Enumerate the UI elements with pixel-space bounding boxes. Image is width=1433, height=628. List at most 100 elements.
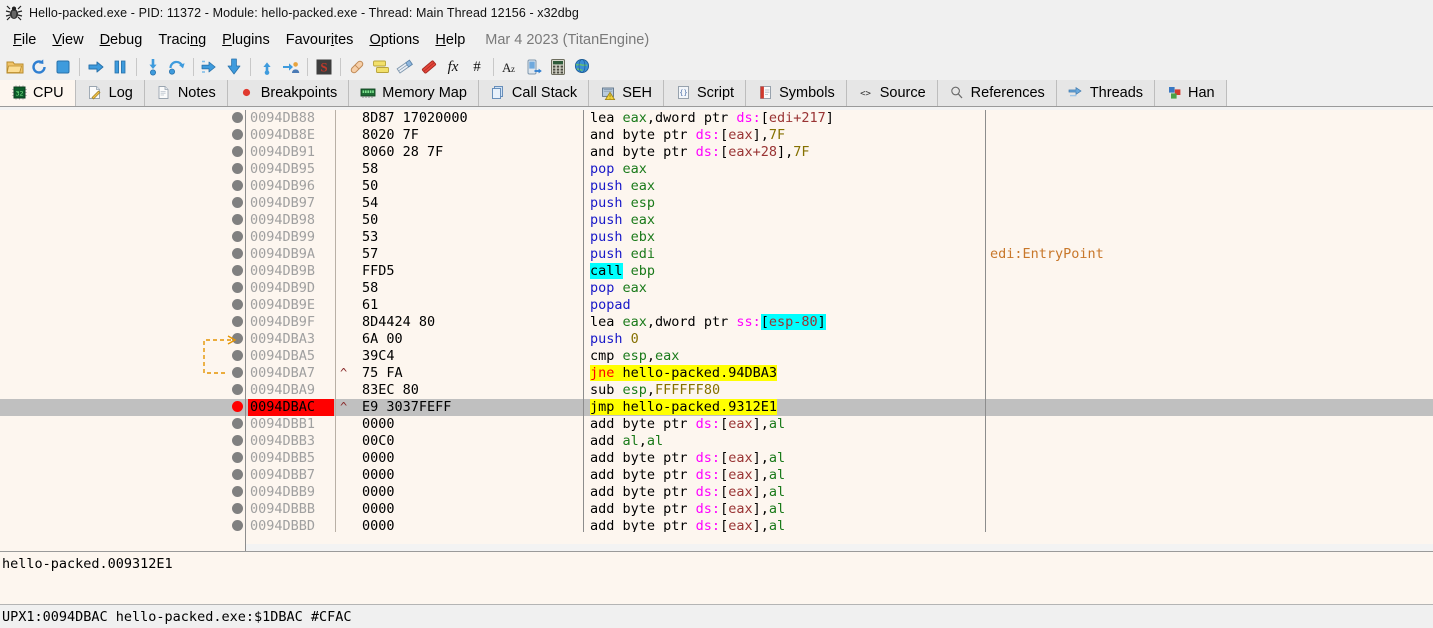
column-divider: [583, 365, 584, 382]
row-address: 0094DBBB: [248, 501, 334, 518]
row-address: 0094DBAC: [248, 399, 334, 416]
instruction-token: ]: [753, 518, 761, 532]
function-icon[interactable]: fx: [441, 55, 465, 79]
hash-icon[interactable]: #: [465, 55, 489, 79]
tab-symbols[interactable]: Symbols: [746, 80, 847, 106]
tab-breakpoints[interactable]: Breakpoints: [228, 80, 350, 106]
branch-direction-indicator: [340, 212, 362, 229]
step-into-icon[interactable]: [141, 55, 165, 79]
log-icon[interactable]: [369, 55, 393, 79]
font-icon[interactable]: Az: [498, 55, 522, 79]
row-address: 0094DB97: [248, 195, 334, 212]
calculator-icon[interactable]: [546, 55, 570, 79]
instruction-token: eax: [728, 518, 752, 532]
trace-over-icon[interactable]: [222, 55, 246, 79]
column-divider: [583, 263, 584, 280]
instruction-token: ,: [647, 110, 655, 126]
tab-notes[interactable]: Notes: [145, 80, 228, 106]
row-bytes: 8020 7F: [362, 127, 580, 144]
tab-cpu[interactable]: 32 CPU: [0, 80, 76, 106]
scylla-icon[interactable]: S: [312, 55, 336, 79]
globe-icon[interactable]: [570, 55, 594, 79]
stop-icon[interactable]: [51, 55, 75, 79]
column-divider: [583, 518, 584, 532]
instruction-token: ]: [777, 144, 785, 160]
menu-item-debug[interactable]: Debug: [92, 30, 151, 50]
column-divider: [583, 416, 584, 433]
row-address: 0094DBA5: [248, 348, 334, 365]
column-divider: [335, 518, 336, 532]
step-over-icon[interactable]: [165, 55, 189, 79]
pause-icon[interactable]: [108, 55, 132, 79]
jump-arrow-graphic: [195, 110, 250, 532]
column-divider: [985, 314, 986, 331]
attach-icon[interactable]: [522, 55, 546, 79]
instruction-token: eax: [728, 484, 752, 500]
patch-icon[interactable]: [345, 55, 369, 79]
toolbar-separator: [136, 58, 137, 76]
disassembly-panel[interactable]: 0094DB888D87 17020000lea eax,dword ptr d…: [0, 110, 1433, 532]
restart-icon[interactable]: [27, 55, 51, 79]
instruction-token: edi+217: [769, 110, 826, 126]
row-instruction: add byte ptr ds:[eax],al: [590, 484, 982, 501]
column-divider: [583, 127, 584, 144]
instruction-token: edi: [631, 246, 655, 262]
toolbar: S fx # Az: [0, 54, 1433, 80]
row-bytes: 8D87 17020000: [362, 110, 580, 127]
instruction-token: ,: [761, 467, 769, 483]
column-divider: [583, 484, 584, 501]
menu-item-favourites[interactable]: Favourites: [278, 30, 362, 50]
branch-direction-indicator: [340, 195, 362, 212]
notes-icon[interactable]: [393, 55, 417, 79]
open-icon[interactable]: [3, 55, 27, 79]
instruction-token: ds:: [696, 501, 720, 517]
menu-item-view[interactable]: View: [44, 30, 91, 50]
run-icon[interactable]: [84, 55, 108, 79]
instruction-token: 7F: [793, 144, 809, 160]
toolbar-separator: [193, 58, 194, 76]
toolbar-separator: [493, 58, 494, 76]
instruction-token: byte ptr: [623, 484, 696, 500]
instruction-token: call: [590, 263, 623, 279]
instruction-token: ,: [639, 433, 647, 449]
menu-item-file[interactable]: File: [5, 30, 44, 50]
row-address: 0094DBB3: [248, 433, 334, 450]
row-bytes: 50: [362, 178, 580, 195]
menu-item-plugins[interactable]: Plugins: [214, 30, 278, 50]
cpu-view: 0094DB888D87 17020000lea eax,dword ptr d…: [0, 110, 1433, 544]
instruction-token: al: [769, 416, 785, 432]
tab-log[interactable]: Log: [76, 80, 145, 106]
tab-script[interactable]: {} Script: [664, 80, 746, 106]
tab-handles[interactable]: Han: [1155, 80, 1227, 106]
tab-call-stack[interactable]: Call Stack: [479, 80, 589, 106]
run-to-user-code-icon[interactable]: [279, 55, 303, 79]
instruction-token: eax: [631, 178, 655, 194]
tab-memory-map[interactable]: Memory Map: [349, 80, 479, 106]
column-divider: [583, 161, 584, 178]
row-instruction: sub esp,FFFFFF80: [590, 382, 982, 399]
tab-threads[interactable]: Threads: [1057, 80, 1155, 106]
tab-seh[interactable]: ! SEH: [589, 80, 664, 106]
column-divider: [335, 314, 336, 331]
instruction-token: ds:: [696, 518, 720, 532]
column-divider: [985, 450, 986, 467]
menu-item-help[interactable]: Help: [427, 30, 473, 50]
row-bytes: 58: [362, 161, 580, 178]
column-divider: [335, 450, 336, 467]
toolbar-separator: [79, 58, 80, 76]
bug-icon: [5, 4, 23, 22]
menu-item-options[interactable]: Options: [361, 30, 427, 50]
tab-references[interactable]: References: [938, 80, 1057, 106]
execute-till-return-icon[interactable]: [255, 55, 279, 79]
trace-into-icon[interactable]: [198, 55, 222, 79]
bookmark-icon[interactable]: [417, 55, 441, 79]
instruction-token: [: [720, 501, 728, 517]
instruction-token: push: [590, 246, 631, 262]
branch-direction-indicator: [340, 467, 362, 484]
column-divider: [583, 110, 584, 127]
instruction-token: al: [647, 433, 663, 449]
tab-source[interactable]: <> Source: [847, 80, 938, 106]
menu-item-tracing[interactable]: Tracing: [150, 30, 214, 50]
row-instruction: push ebx: [590, 229, 982, 246]
column-divider: [583, 280, 584, 297]
